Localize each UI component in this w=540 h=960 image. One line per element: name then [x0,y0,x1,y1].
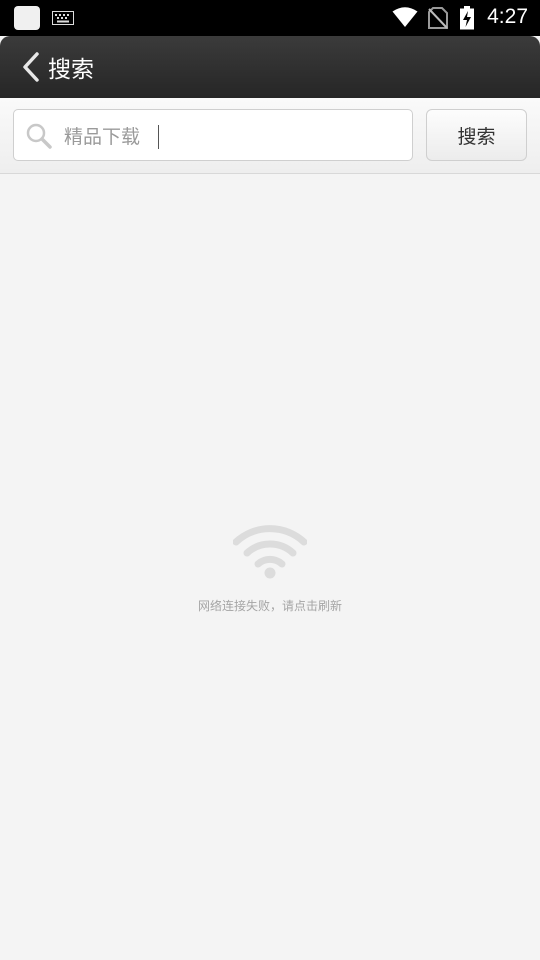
search-box[interactable] [13,109,413,161]
keyboard-icon [52,11,74,25]
status-bar: 4:27 [0,0,540,36]
no-sim-icon [428,7,448,29]
status-time: 4:27 [487,5,528,28]
search-bar: 搜索 [0,98,540,174]
chevron-left-icon [23,52,39,82]
search-button[interactable]: 搜索 [426,109,527,161]
network-error[interactable]: 网络连接失败，请点击刷新 [0,500,540,630]
app-square-icon [14,6,40,30]
search-icon [26,123,52,149]
wifi-icon [233,525,307,579]
page-title: 搜索 [48,57,94,83]
battery-charging-icon [460,6,474,30]
search-input[interactable] [64,118,394,152]
error-message: 网络连接失败，请点击刷新 [197,599,342,613]
text-cursor [158,125,159,149]
back-button[interactable]: 搜索 [14,46,124,88]
wifi-icon [392,7,418,27]
title-bar: 搜索 [0,36,540,98]
